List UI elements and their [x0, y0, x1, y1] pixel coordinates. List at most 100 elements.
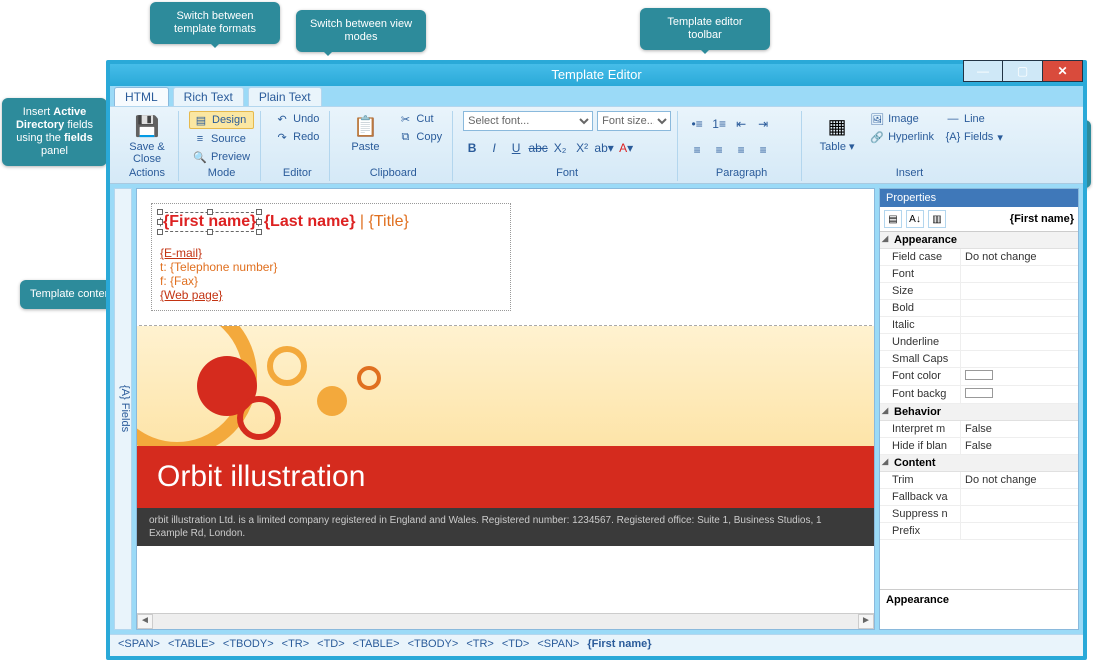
- underline-button[interactable]: U: [507, 139, 525, 157]
- prop-prefix[interactable]: Prefix: [880, 523, 1078, 540]
- field-web-page[interactable]: {Web page}: [160, 288, 223, 302]
- props-selected-field: {First name}: [950, 213, 1074, 225]
- props-pages-button[interactable]: ▥: [928, 210, 946, 228]
- callout-fields: Insert Active Directory fields using the…: [2, 98, 107, 166]
- breadcrumb-item[interactable]: <SPAN>: [537, 638, 579, 650]
- group-font-label: Font: [463, 165, 671, 179]
- field-last-name[interactable]: {Last name}: [264, 213, 356, 230]
- breadcrumb-item[interactable]: <TR>: [282, 638, 310, 650]
- copy-icon: ⧉: [398, 130, 412, 144]
- minimize-button[interactable]: —: [963, 60, 1003, 82]
- props-description: Appearance: [880, 589, 1078, 629]
- prop-interpret[interactable]: Interpret mFalse: [880, 421, 1078, 438]
- props-alpha-button[interactable]: A↓: [906, 210, 924, 228]
- font-color-icon: A: [619, 141, 627, 155]
- bold-button[interactable]: B: [463, 139, 481, 157]
- element-breadcrumb: <SPAN> <TABLE> <TBODY> <TR> <TD> <TABLE> <TBOD…: [110, 634, 1083, 656]
- app-window: Template Editor — ▢ ✕ HTML Rich Text Pla…: [106, 60, 1087, 660]
- subscript-button[interactable]: X₂: [551, 139, 569, 157]
- font-color-button[interactable]: A▾: [617, 139, 635, 157]
- align-center-button[interactable]: ≡: [710, 141, 728, 159]
- bullets-button[interactable]: •≡: [688, 115, 706, 133]
- align-justify-button[interactable]: ≡: [754, 141, 772, 159]
- prop-font[interactable]: Font: [880, 266, 1078, 283]
- mode-source[interactable]: ≡Source: [189, 131, 254, 147]
- mode-preview[interactable]: 🔍Preview: [189, 149, 254, 165]
- insert-line-button[interactable]: —Line: [942, 111, 1007, 127]
- indent-button[interactable]: ⇥: [754, 115, 772, 133]
- horizontal-scrollbar[interactable]: ◄ ►: [137, 613, 874, 629]
- signature-block[interactable]: {First name} {Last name} | {Title} {E-ma…: [151, 203, 511, 311]
- properties-header: Properties: [880, 189, 1078, 207]
- prop-cat-content[interactable]: Content: [880, 455, 1078, 472]
- save-icon: 💾: [132, 111, 162, 141]
- redo-button[interactable]: ↷Redo: [271, 129, 323, 145]
- scroll-right-arrow[interactable]: ►: [858, 614, 874, 629]
- prop-trim[interactable]: TrimDo not change: [880, 472, 1078, 489]
- tab-plain-text[interactable]: Plain Text: [248, 87, 322, 106]
- scroll-left-arrow[interactable]: ◄: [137, 614, 153, 629]
- group-paragraph-label: Paragraph: [688, 165, 795, 179]
- prop-hide-blank[interactable]: Hide if blanFalse: [880, 438, 1078, 455]
- insert-fields-button[interactable]: {A}Fields ▾: [942, 129, 1007, 145]
- mode-design[interactable]: ▤Design: [189, 111, 254, 129]
- prop-small-caps[interactable]: Small Caps: [880, 351, 1078, 368]
- breadcrumb-item[interactable]: <TR>: [466, 638, 494, 650]
- copy-button[interactable]: ⧉Copy: [394, 129, 446, 145]
- highlight-icon: ab: [594, 141, 607, 155]
- breadcrumb-item[interactable]: <TD>: [502, 638, 530, 650]
- numbering-button[interactable]: 1≡: [710, 115, 728, 133]
- fields-panel-toggle[interactable]: {A} Fields: [114, 188, 132, 630]
- field-title[interactable]: {Title}: [368, 213, 408, 230]
- prop-suppress[interactable]: Suppress n: [880, 506, 1078, 523]
- field-fax[interactable]: {Fax}: [170, 274, 198, 288]
- breadcrumb-item[interactable]: <SPAN>: [118, 638, 160, 650]
- prop-font-bg[interactable]: Font backg: [880, 386, 1078, 404]
- maximize-button[interactable]: ▢: [1003, 60, 1043, 82]
- insert-hyperlink-button[interactable]: 🔗Hyperlink: [866, 129, 938, 145]
- prop-field-case[interactable]: Field caseDo not change: [880, 249, 1078, 266]
- align-right-button[interactable]: ≡: [732, 141, 750, 159]
- outdent-button[interactable]: ⇤: [732, 115, 750, 133]
- ribbon-toolbar: 💾 Save & Close Actions ▤Design ≡Source 🔍…: [110, 106, 1083, 184]
- prop-size[interactable]: Size: [880, 283, 1078, 300]
- banner-title: Orbit illustration: [137, 446, 874, 508]
- design-icon: ▤: [194, 113, 208, 127]
- field-email[interactable]: {E-mail}: [160, 246, 202, 260]
- prop-font-color[interactable]: Font color: [880, 368, 1078, 386]
- breadcrumb-item[interactable]: <TABLE>: [353, 638, 400, 650]
- breadcrumb-item[interactable]: <TBODY>: [408, 638, 459, 650]
- prop-cat-behavior[interactable]: Behavior: [880, 404, 1078, 421]
- align-left-button[interactable]: ≡: [688, 141, 706, 159]
- breadcrumb-item[interactable]: <TABLE>: [168, 638, 215, 650]
- prop-underline[interactable]: Underline: [880, 334, 1078, 351]
- field-telephone[interactable]: {Telephone number}: [170, 260, 277, 274]
- tab-html[interactable]: HTML: [114, 87, 169, 106]
- group-mode-label: Mode: [189, 165, 254, 179]
- highlight-button[interactable]: ab▾: [595, 139, 613, 157]
- insert-table-button[interactable]: ▦ Table ▾: [812, 111, 862, 153]
- cut-button[interactable]: ✂Cut: [394, 111, 446, 127]
- prop-fallback[interactable]: Fallback va: [880, 489, 1078, 506]
- close-button[interactable]: ✕: [1043, 60, 1083, 82]
- insert-image-button[interactable]: 🖼Image: [866, 111, 938, 127]
- hyperlink-icon: 🔗: [870, 130, 884, 144]
- template-canvas[interactable]: {First name} {Last name} | {Title} {E-ma…: [137, 189, 874, 613]
- paste-button[interactable]: 📋 Paste: [340, 111, 390, 153]
- save-close-button[interactable]: 💾 Save & Close: [122, 111, 172, 165]
- strike-button[interactable]: abc: [529, 139, 547, 157]
- superscript-button[interactable]: X²: [573, 139, 591, 157]
- breadcrumb-item[interactable]: <TBODY>: [223, 638, 274, 650]
- font-size-select[interactable]: Font size...: [597, 111, 671, 131]
- fields-panel-icon: {A}: [119, 385, 131, 400]
- prop-cat-appearance[interactable]: Appearance: [880, 232, 1078, 249]
- props-categorized-button[interactable]: ▤: [884, 210, 902, 228]
- group-editor-label: Editor: [271, 165, 323, 179]
- italic-button[interactable]: I: [485, 139, 503, 157]
- prop-bold[interactable]: Bold: [880, 300, 1078, 317]
- prop-italic[interactable]: Italic: [880, 317, 1078, 334]
- breadcrumb-item[interactable]: <TD>: [317, 638, 345, 650]
- tab-rich-text[interactable]: Rich Text: [173, 87, 244, 106]
- font-family-select[interactable]: Select font...: [463, 111, 593, 131]
- undo-button[interactable]: ↶Undo: [271, 111, 323, 127]
